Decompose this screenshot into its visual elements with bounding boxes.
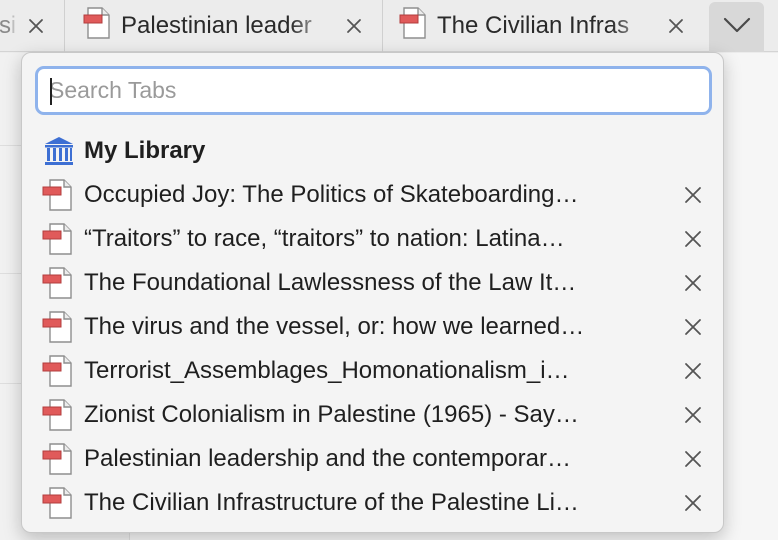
list-item-label: Terrorist_Assemblages_Homonationalism_i… [84, 357, 570, 384]
list-item[interactable]: The Civilian Infrastructure of the Pales… [22, 481, 725, 525]
pdf-icon [42, 487, 76, 519]
pdf-icon [42, 399, 76, 431]
list-item[interactable]: The virus and the vessel, or: how we lea… [22, 305, 725, 349]
close-icon[interactable] [682, 448, 704, 470]
close-icon[interactable] [682, 404, 704, 426]
close-icon[interactable] [682, 184, 704, 206]
pdf-icon [42, 179, 76, 211]
list-item-label: The Foundational Lawlessness of the Law … [84, 269, 577, 296]
list-item[interactable]: “Traitors” to race, “traitors” to nation… [22, 217, 725, 261]
library-icon [42, 135, 76, 167]
tab-title: Palestinian leader [121, 12, 312, 39]
list-item[interactable]: The Foundational Lawlessness of the Law … [22, 261, 725, 305]
close-icon[interactable] [665, 15, 687, 37]
list-item-label: The virus and the vessel, or: how we lea… [84, 313, 585, 340]
pdf-icon [42, 443, 76, 475]
app-window: si Palestinian leader The Civilian Infra… [0, 0, 778, 540]
close-icon[interactable] [682, 228, 704, 250]
list-item-label: “Traitors” to race, “traitors” to nation… [84, 225, 565, 252]
close-icon[interactable] [682, 360, 704, 382]
list-item-label: Occupied Joy: The Politics of Skateboard… [84, 181, 579, 208]
tab-item[interactable]: Palestinian leader [64, 0, 382, 52]
tabs-dropdown: My Library Occupied Joy: The Politics of… [21, 52, 724, 533]
close-icon[interactable] [682, 316, 704, 338]
tab-item[interactable]: si [0, 0, 64, 52]
list-item-label: Zionist Colonialism in Palestine (1965) … [84, 401, 579, 428]
text-caret [50, 78, 52, 105]
tab-list: My Library Occupied Joy: The Politics of… [22, 129, 725, 525]
pdf-icon [42, 223, 76, 255]
list-item[interactable]: Occupied Joy: The Politics of Skateboard… [22, 173, 725, 217]
list-item[interactable]: Terrorist_Assemblages_Homonationalism_i… [22, 349, 725, 393]
pdf-icon [83, 6, 113, 46]
tab-title: The Civilian Infras [437, 12, 630, 39]
list-item-label: Palestinian leadership and the contempor… [84, 445, 571, 472]
pdf-icon [42, 311, 76, 343]
chevron-down-icon [722, 16, 752, 39]
close-icon[interactable] [343, 15, 365, 37]
list-item[interactable]: Zionist Colonialism in Palestine (1965) … [22, 393, 725, 437]
pdf-icon [42, 267, 76, 299]
list-item-label: My Library [84, 137, 206, 164]
close-icon[interactable] [682, 272, 704, 294]
list-item-label: The Civilian Infrastructure of the Pales… [84, 489, 579, 516]
pdf-icon [399, 6, 429, 46]
tabs-menu-button[interactable] [709, 2, 764, 52]
list-item[interactable]: Palestinian leadership and the contempor… [22, 437, 725, 481]
search-tabs-input[interactable] [38, 69, 709, 112]
list-item-my-library[interactable]: My Library [22, 129, 725, 173]
pdf-icon [42, 355, 76, 387]
close-icon[interactable] [25, 15, 47, 37]
close-icon[interactable] [682, 492, 704, 514]
tab-title: si [0, 12, 15, 39]
search-box [35, 66, 712, 115]
tab-item[interactable]: The Civilian Infras [382, 0, 708, 52]
tab-bar: si Palestinian leader The Civilian Infra… [0, 0, 778, 52]
